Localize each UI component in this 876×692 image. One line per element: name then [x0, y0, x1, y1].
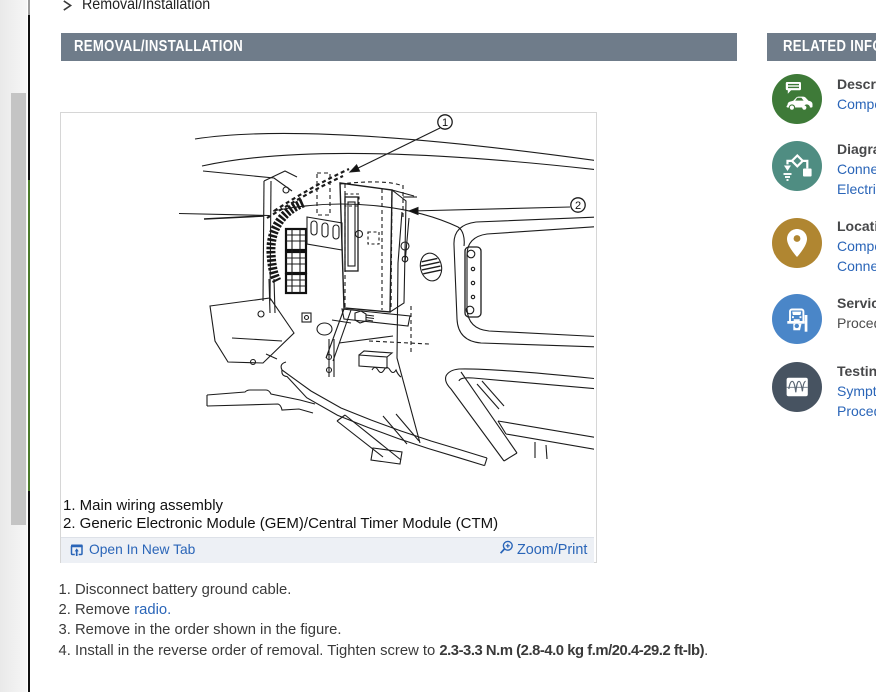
svg-text:2: 2 — [575, 200, 581, 212]
svg-text:1: 1 — [442, 117, 448, 129]
